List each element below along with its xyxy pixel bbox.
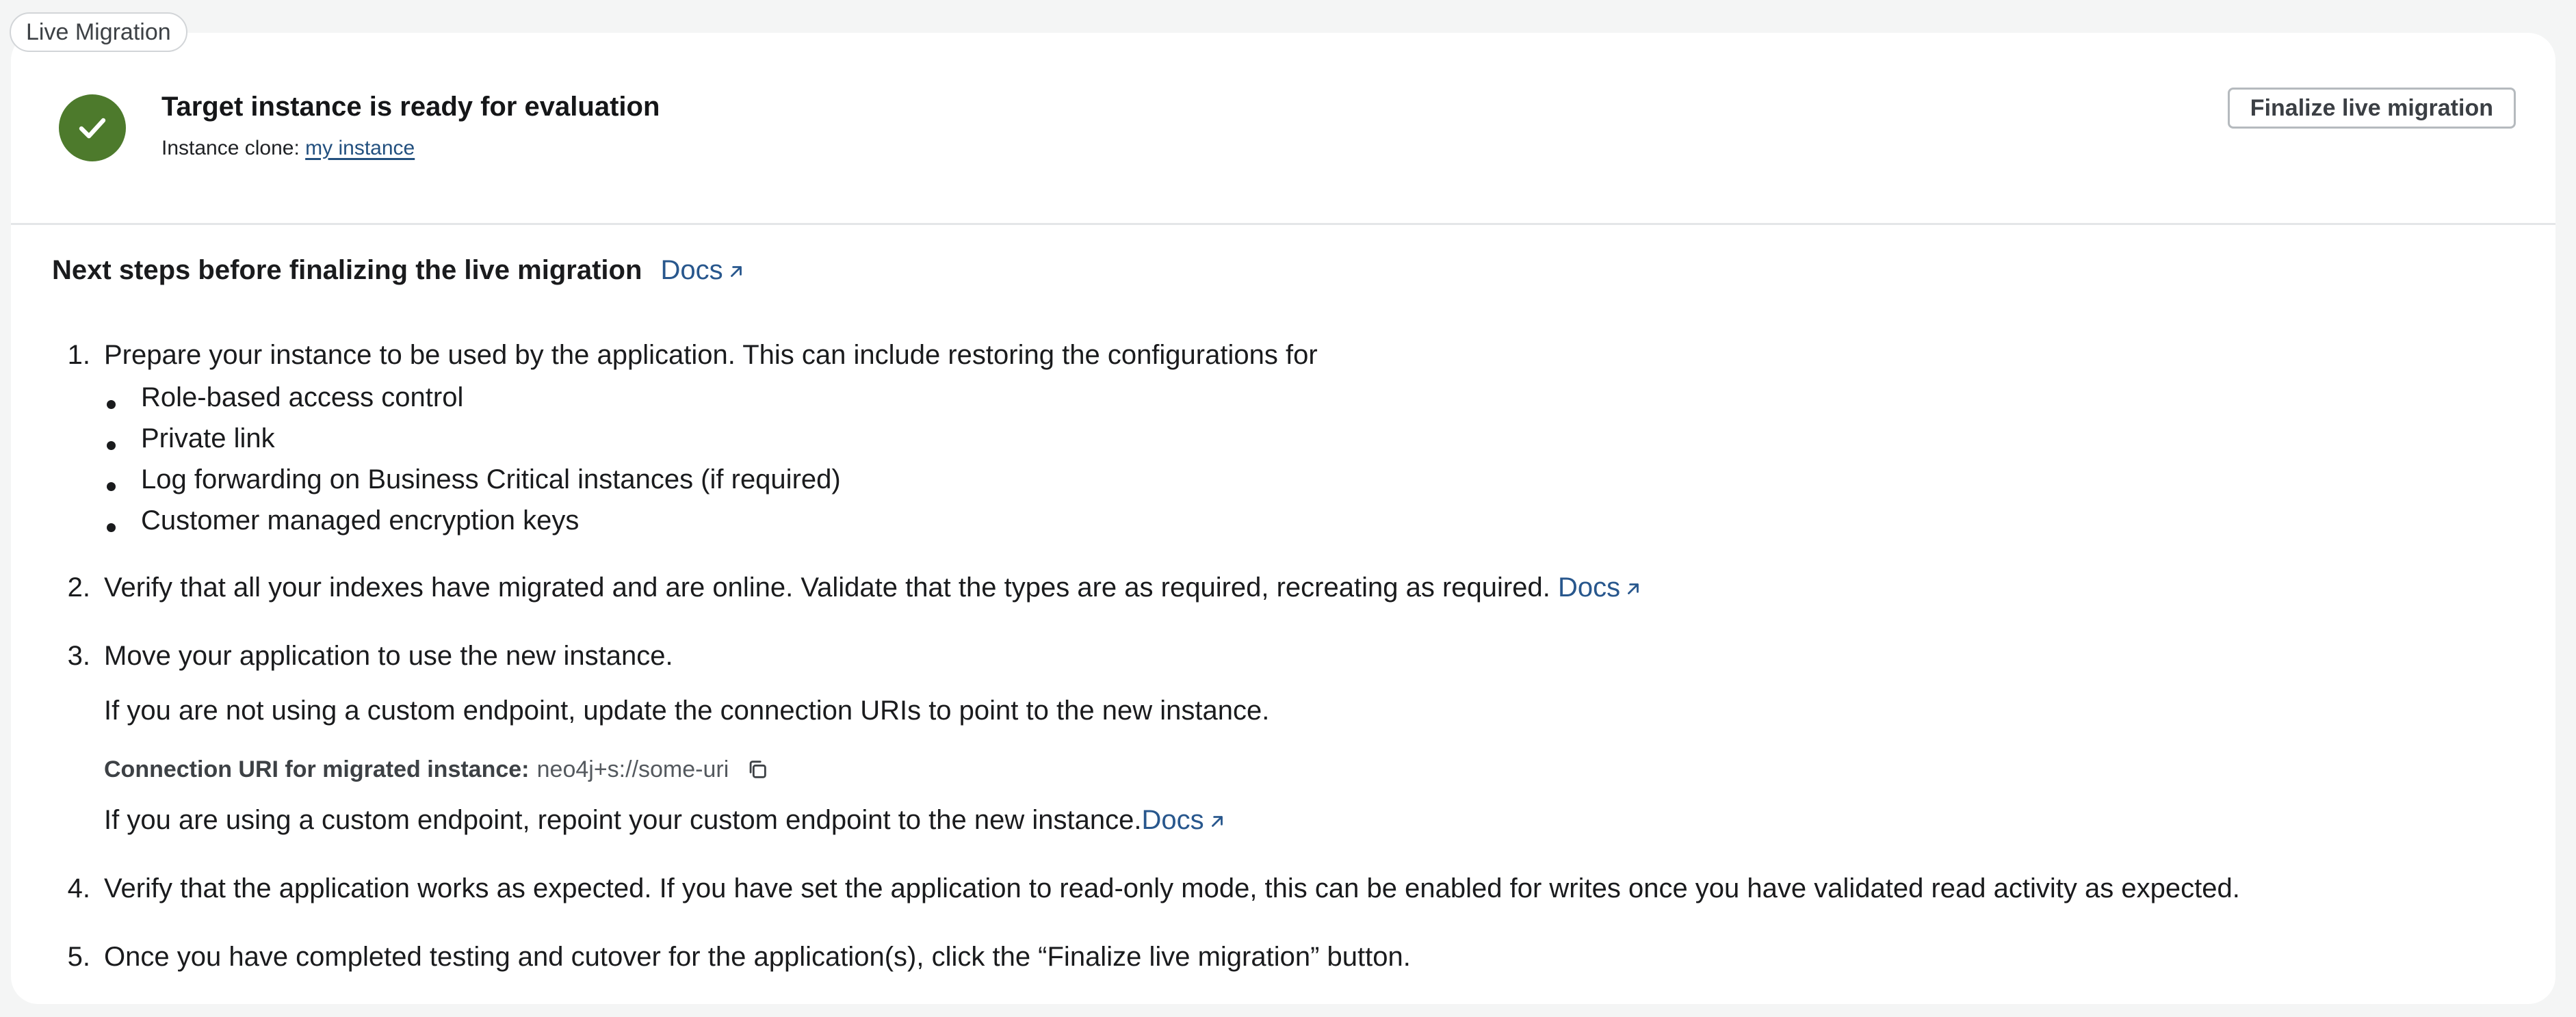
step-text-with-link: Verify that all your indexes have migrat… [104, 572, 1642, 603]
step-number: 4. [67, 873, 90, 903]
check-icon [79, 118, 106, 139]
step-text: Verify that all your indexes have migrat… [104, 572, 1550, 603]
connection-uri-label: Connection URI for migrated instance: [104, 756, 530, 782]
step-text: Verify that the application works as exp… [104, 873, 2240, 903]
docs-link-label: Docs [660, 255, 723, 285]
instance-clone-link[interactable]: my instance [305, 137, 415, 159]
list-item: Log forwarding on Business Critical inst… [141, 464, 841, 494]
custom-endpoint-docs-link[interactable]: Docs [1141, 805, 1225, 835]
live-migration-card: Target instance is ready for evaluation … [11, 33, 2555, 1004]
step-text: Move your application to use the new ins… [104, 641, 673, 671]
status-header: Target instance is ready for evaluation … [11, 33, 2555, 225]
step-number: 2. [67, 572, 90, 603]
custom-endpoint-line: If you are using a custom endpoint, repo… [104, 805, 1226, 836]
finalize-live-migration-button[interactable]: Finalize live migration [2227, 88, 2516, 129]
instance-clone-label: Instance clone: [161, 137, 300, 159]
docs-link-label: Docs [1141, 805, 1204, 835]
connection-uri-value: neo4j+s://some-uri [536, 756, 729, 782]
custom-endpoint-text: If you are using a custom endpoint, repo… [104, 805, 1142, 835]
docs-link-label: Docs [1557, 572, 1621, 603]
list-item: Private link [141, 423, 275, 453]
external-link-icon [1628, 583, 1639, 595]
step-number: 5. [67, 942, 90, 972]
next-steps-title: Next steps before finalizing the live mi… [52, 255, 745, 286]
live-migration-tag: Live Migration [10, 12, 187, 52]
bullet-dot [107, 523, 116, 532]
step-number: 3. [67, 641, 90, 671]
step-text: Prepare your instance to be used by the … [104, 340, 1318, 370]
success-status-icon [59, 94, 126, 161]
next-steps-docs-link[interactable]: Docs [661, 255, 745, 285]
bullet-dot [107, 441, 116, 450]
step-number: 1. [67, 340, 90, 370]
list-item: Customer managed encryption keys [141, 505, 580, 536]
external-link-icon [1211, 816, 1223, 828]
next-steps-heading: Next steps before finalizing the live mi… [52, 255, 642, 285]
external-link-icon [730, 266, 742, 278]
status-title: Target instance is ready for evaluation [161, 92, 660, 122]
no-custom-endpoint-text: If you are not using a custom endpoint, … [104, 696, 1270, 726]
indexes-docs-link[interactable]: Docs [1558, 572, 1642, 603]
list-item: Role-based access control [141, 382, 464, 412]
copy-icon[interactable] [746, 758, 769, 781]
bullet-dot [107, 482, 116, 491]
bullet-dot [107, 400, 116, 409]
instance-clone-line: Instance clone: my instance [161, 137, 415, 160]
step-text: Once you have completed testing and cuto… [104, 942, 1411, 972]
connection-uri-row: Connection URI for migrated instance: ne… [104, 753, 769, 784]
